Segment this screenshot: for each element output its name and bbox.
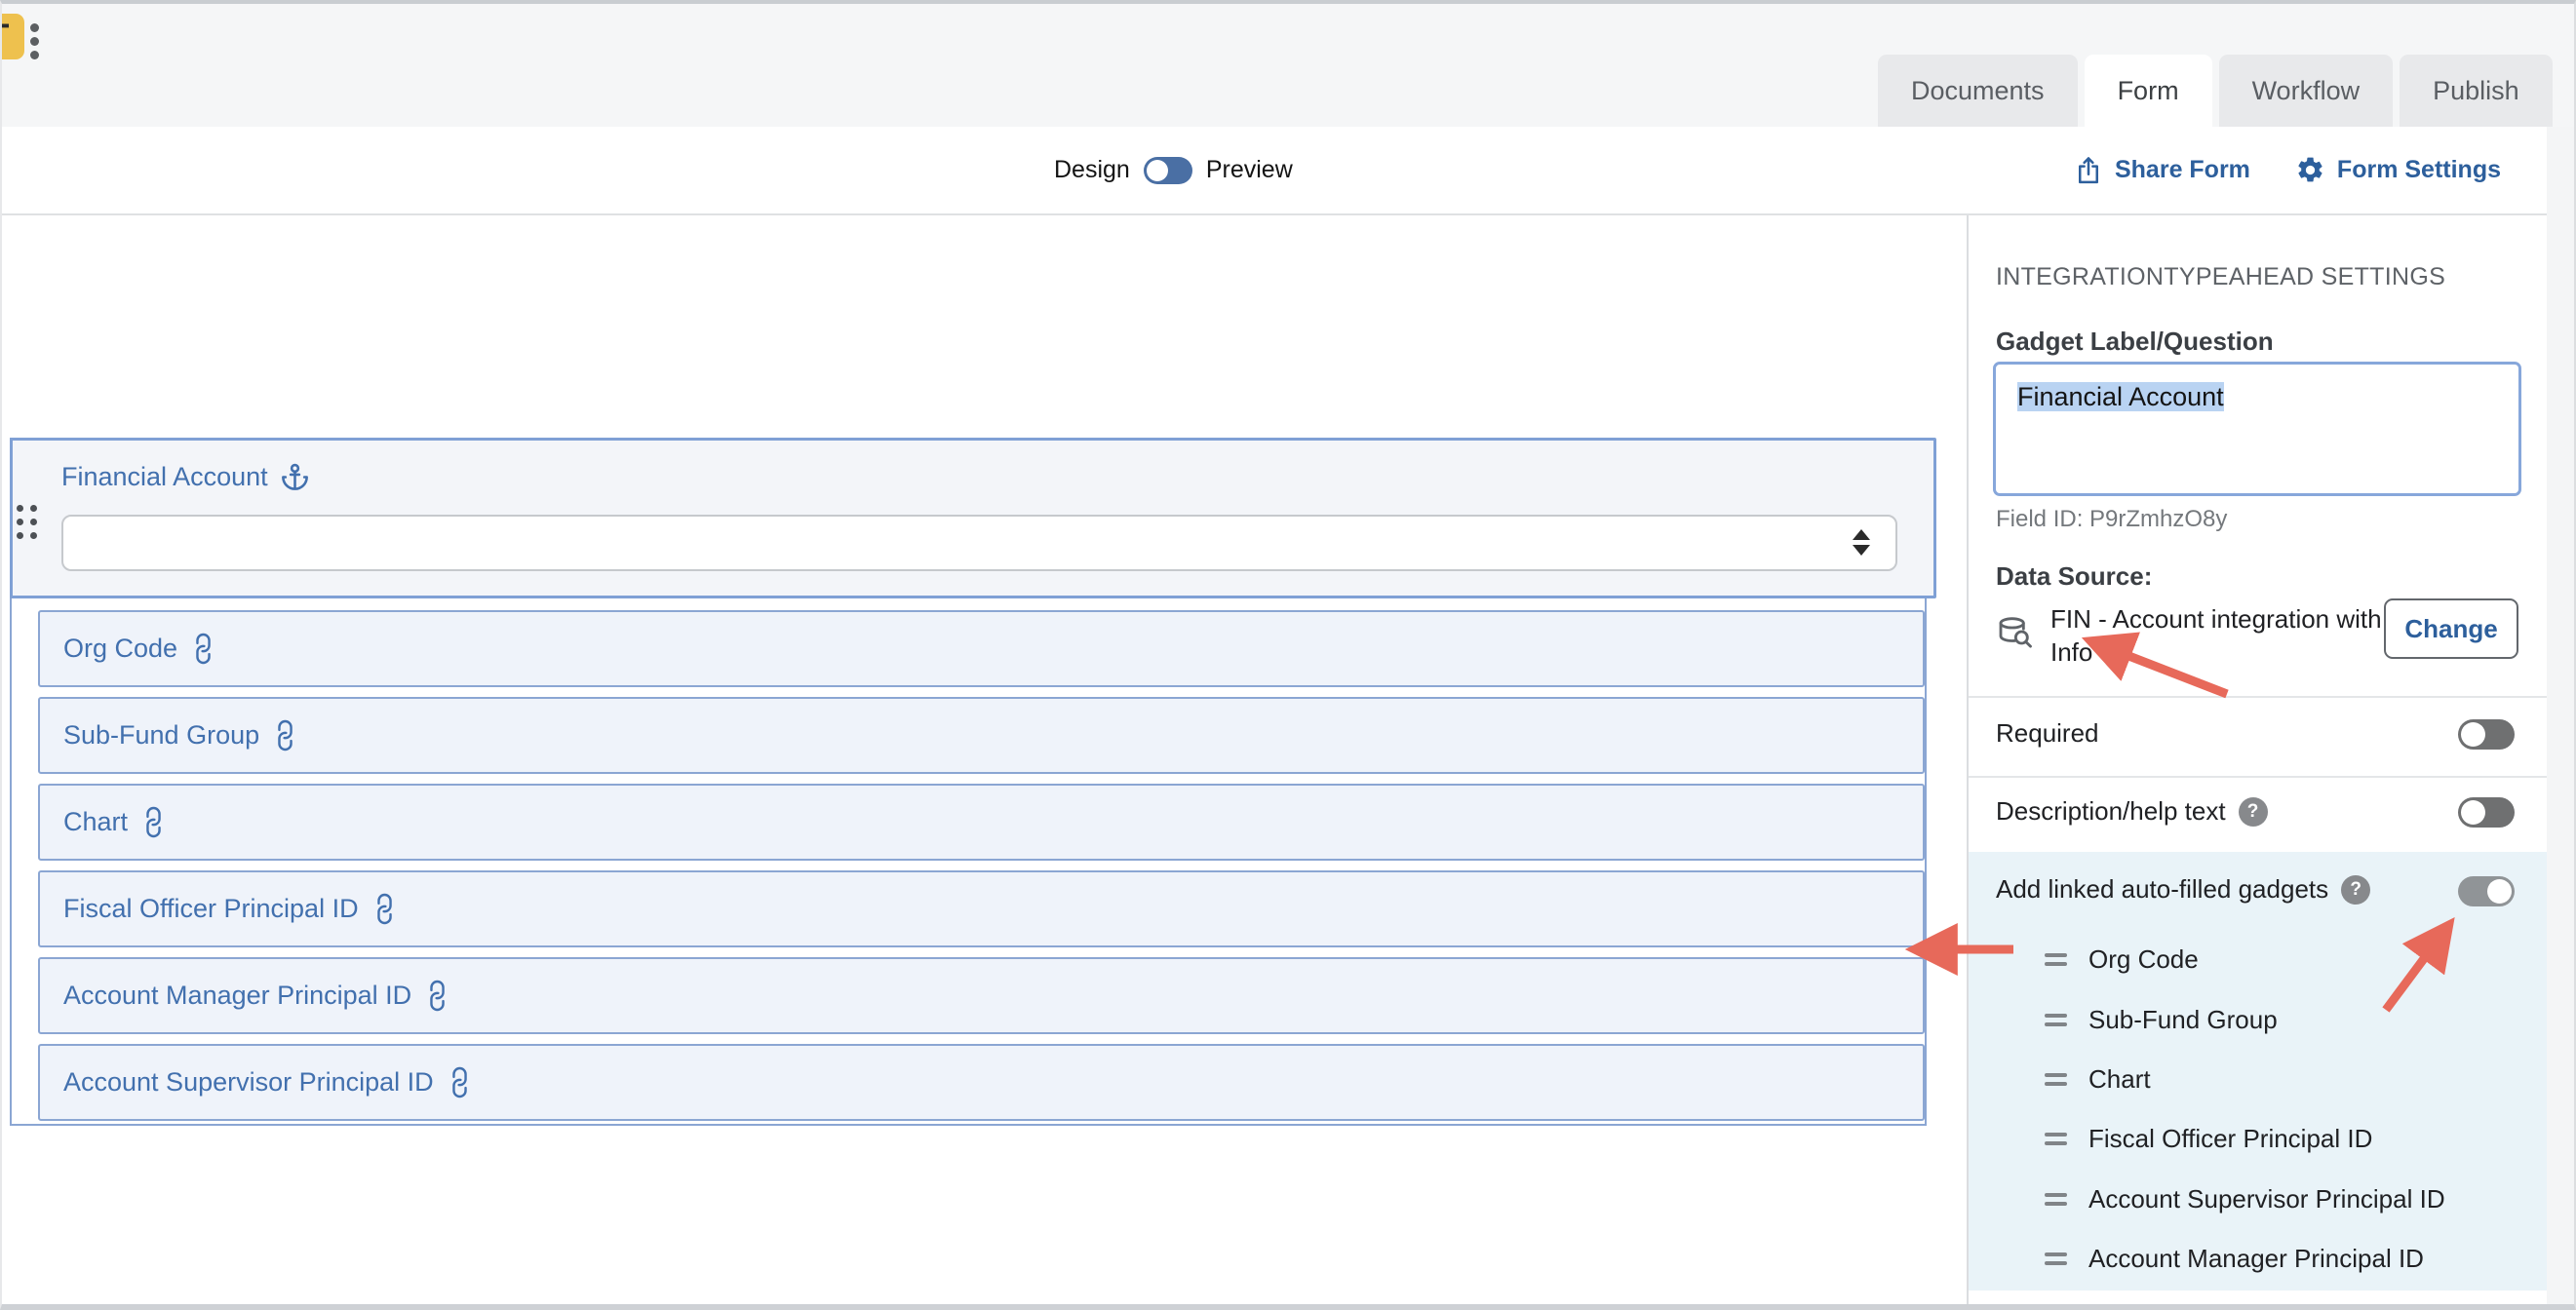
right-scroll-gutter[interactable] [2547,127,2576,1304]
select-arrows-icon [1853,529,1870,556]
share-form-button[interactable]: Share Form [2074,156,2250,185]
drag-lines-icon [2045,1133,2067,1145]
link-icon [134,802,174,842]
linked-gadget-item-org-code[interactable]: Org Code [2045,943,2199,976]
required-toggle[interactable] [2458,719,2515,750]
gear-icon [2295,155,2325,185]
share-icon [2074,156,2103,185]
panel-title: INTEGRATIONTYPEAHEAD SETTINGS [1996,263,2445,291]
drag-lines-icon [2045,1014,2067,1026]
field-id-text: Field ID: P9rZmhzO8y [1996,506,2227,533]
canvas-row-fiscal-officer[interactable]: Fiscal Officer Principal ID [38,870,1925,947]
canvas-row-account-manager[interactable]: Account Manager Principal ID [38,957,1925,1034]
link-icon [365,889,405,929]
link-icon [417,976,457,1016]
tab-documents[interactable]: Documents [1878,55,2078,127]
panel-divider [1969,776,2547,778]
design-preview-toggle[interactable] [1144,157,1192,184]
drag-lines-icon [2045,953,2067,966]
form-builder-app: T Documents Form Workflow Publish Design… [0,0,2576,1310]
kebab-menu-icon[interactable] [30,23,39,64]
question-icon[interactable]: ? [2341,875,2370,905]
linked-gadget-item-chart[interactable]: Chart [2045,1062,2151,1096]
add-linked-gadgets-toggle[interactable] [2458,876,2515,906]
gadget-title: Financial Account [61,462,310,492]
description-help-label: Description/help text ? [1996,796,2268,827]
tab-form[interactable]: Form [2085,55,2212,127]
database-search-icon [1996,615,2035,654]
gadget-label-question-label: Gadget Label/Question [1996,327,2274,357]
canvas-row-sub-fund-group[interactable]: Sub-Fund Group [38,697,1925,774]
anchor-icon [280,462,310,492]
gadget-label-input[interactable]: Financial Account [1993,362,2521,496]
drag-lines-icon [2045,1193,2067,1206]
linked-gadget-item-fiscal-officer[interactable]: Fiscal Officer Principal ID [2045,1122,2372,1155]
tab-publish[interactable]: Publish [2400,55,2553,127]
drag-handle-icon[interactable] [17,505,37,539]
app-logo: T [2,14,24,59]
add-linked-gadgets-label: Add linked auto-filled gadgets ? [1996,874,2370,905]
form-toolbar: Design Preview Share Form Form Settings [2,127,2574,215]
link-icon [183,629,223,669]
tab-workflow[interactable]: Workflow [2219,55,2394,127]
linked-gadget-item-sub-fund-group[interactable]: Sub-Fund Group [2045,1003,2278,1036]
question-icon[interactable]: ? [2239,797,2268,827]
design-label: Design [1054,156,1130,184]
required-label: Required [1996,718,2099,749]
data-source-label: Data Source: [1996,561,2152,592]
form-canvas: Financial Account Org Code Sub-Fund Grou… [2,215,1967,1308]
canvas-row-account-supervisor[interactable]: Account Supervisor Principal ID [38,1044,1925,1121]
settings-panel: INTEGRATIONTYPEAHEAD SETTINGS Gadget Lab… [1969,215,2547,1308]
linked-gadget-item-account-manager[interactable]: Account Manager Principal ID [2045,1242,2424,1275]
drag-lines-icon [2045,1252,2067,1265]
design-preview-switch: Design Preview [1054,127,1293,213]
link-icon [440,1062,480,1102]
preview-label: Preview [1206,156,1293,184]
form-settings-button[interactable]: Form Settings [2295,155,2501,185]
data-source-name: FIN - Account integration with Info [2050,602,2382,669]
description-help-toggle[interactable] [2458,797,2515,828]
drag-lines-icon [2045,1073,2067,1086]
top-tab-bar: T Documents Form Workflow Publish [2,4,2574,127]
toolbar-actions: Share Form Form Settings [2074,127,2501,213]
change-data-source-button[interactable]: Change [2384,598,2518,659]
linked-gadget-item-account-supervisor[interactable]: Account Supervisor Principal ID [2045,1182,2445,1215]
canvas-row-org-code[interactable]: Org Code [38,610,1925,687]
gadget-financial-account[interactable]: Financial Account [10,438,1936,598]
typeahead-select[interactable] [61,515,1897,571]
panel-divider [1969,696,2547,698]
link-icon [265,715,305,755]
main-tabs: Documents Form Workflow Publish [1878,55,2553,127]
selected-text: Financial Account [2017,382,2224,411]
canvas-row-chart[interactable]: Chart [38,784,1925,861]
